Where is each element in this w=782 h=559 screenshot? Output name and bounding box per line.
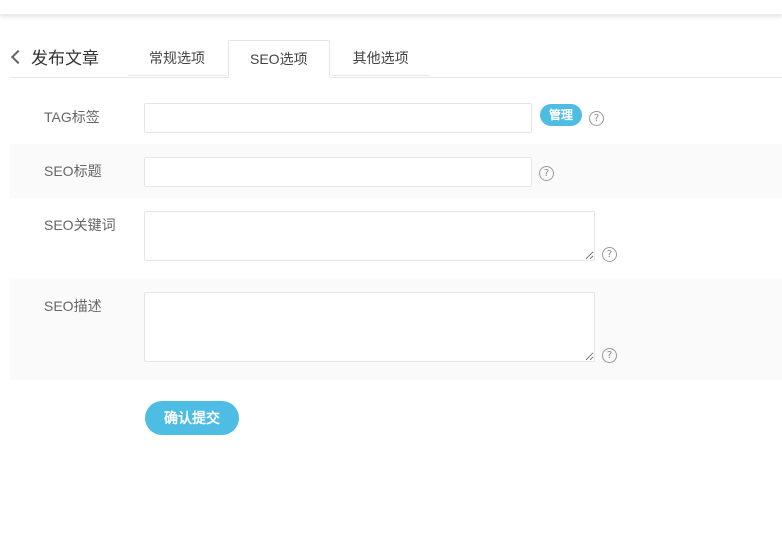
top-bar: [0, 0, 782, 15]
tab-general[interactable]: 常规选项: [128, 40, 226, 76]
tag-input[interactable]: [144, 103, 532, 133]
back-link[interactable]: 发布文章: [10, 44, 99, 69]
seo-title-input[interactable]: [144, 157, 532, 187]
tag-label: TAG标签: [44, 109, 100, 125]
page-header: 发布文章 常规选项 SEO选项 其他选项: [10, 40, 782, 78]
seo-title-label: SEO标题: [44, 163, 102, 179]
submit-button[interactable]: 确认提交: [145, 401, 239, 435]
seo-keywords-textarea[interactable]: [144, 211, 595, 261]
seo-description-textarea[interactable]: [144, 292, 595, 362]
chevron-left-icon: [10, 49, 26, 64]
form-row-tag: TAG标签 管理 ?: [10, 91, 782, 144]
question-circle-icon[interactable]: ?: [602, 247, 617, 262]
manage-tags-button[interactable]: 管理: [540, 104, 582, 126]
seo-keywords-label: SEO关键词: [44, 217, 116, 233]
form-row-seo-keywords: SEO关键词 ?: [10, 198, 782, 279]
tab-other[interactable]: 其他选项: [331, 40, 430, 76]
tab-bar: 常规选项 SEO选项 其他选项: [128, 40, 432, 78]
form-row-seo-description: SEO描述 ?: [10, 279, 782, 380]
seo-description-label: SEO描述: [44, 298, 102, 314]
question-circle-icon[interactable]: ?: [602, 348, 617, 363]
page-title: 发布文章: [31, 49, 99, 68]
tab-seo[interactable]: SEO选项: [228, 40, 330, 78]
form-row-seo-title: SEO标题 ?: [10, 144, 782, 198]
question-circle-icon[interactable]: ?: [539, 166, 554, 181]
question-circle-icon[interactable]: ?: [589, 111, 604, 126]
